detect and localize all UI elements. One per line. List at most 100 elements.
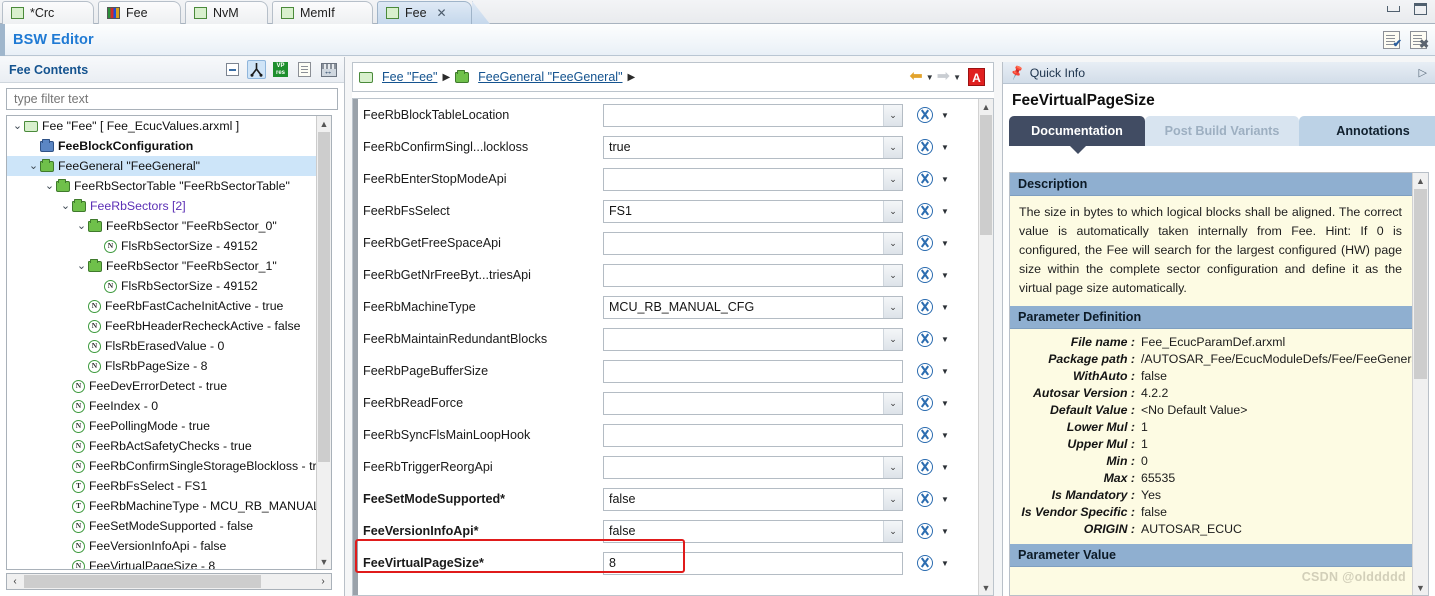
parameter-value-field[interactable]	[603, 455, 903, 479]
tree-item[interactable]: N FeeRbActSafetyChecks - true	[7, 436, 316, 456]
row-menu-chevron-icon[interactable]: ▼	[941, 207, 949, 216]
form-scroll-down-icon[interactable]: ▼	[979, 580, 993, 595]
parameter-input[interactable]	[603, 423, 903, 447]
row-menu-chevron-icon[interactable]: ▼	[941, 111, 949, 120]
chevron-down-icon[interactable]: ⌄	[883, 136, 902, 158]
chevron-down-icon[interactable]: ⌄	[883, 392, 902, 414]
parameter-tools-icon[interactable]	[917, 427, 933, 443]
parameter-value-field[interactable]	[603, 391, 903, 415]
filter-box[interactable]	[6, 88, 338, 110]
chevron-down-icon[interactable]: ⌄	[11, 120, 24, 132]
tree-item[interactable]: N FlsRbSectorSize - 49152	[7, 236, 316, 256]
tree-item[interactable]: N FeeDevErrorDetect - true	[7, 376, 316, 396]
tree-item[interactable]: ⌄ FeeRbSector "FeeRbSector_0"	[7, 216, 316, 236]
chevron-down-icon[interactable]: ⌄	[27, 160, 40, 172]
parameter-combo[interactable]: ⌄	[603, 167, 903, 191]
parameter-combo[interactable]: ⌄	[603, 103, 903, 127]
scroll-up-icon[interactable]: ▲	[317, 116, 331, 131]
tree-vertical-scrollbar[interactable]: ▲ ▼	[316, 116, 331, 569]
form-scroll-up-icon[interactable]: ▲	[979, 99, 993, 114]
parameter-combo[interactable]: ⌄	[603, 231, 903, 255]
chevron-down-icon[interactable]: ⌄	[883, 232, 902, 254]
tree-item[interactable]: N FeeRbHeaderRecheckActive - false	[7, 316, 316, 336]
link-with-editor-button[interactable]	[247, 60, 266, 79]
tree-item[interactable]: N FeePollingMode - true	[7, 416, 316, 436]
editor-tab-1[interactable]: Fee	[98, 1, 181, 24]
parameter-combo[interactable]: ⌄	[603, 519, 903, 543]
parameter-tools-icon[interactable]	[917, 203, 933, 219]
qi-scroll-down-icon[interactable]: ▼	[1413, 580, 1428, 595]
form-vertical-scrollbar[interactable]: ▲ ▼	[978, 99, 993, 595]
parameter-tools-icon[interactable]	[917, 459, 933, 475]
parameter-tools-icon[interactable]	[917, 395, 933, 411]
scroll-down-icon[interactable]: ▼	[317, 554, 331, 569]
tree-item[interactable]: ⌄ FeeGeneral "FeeGeneral"	[7, 156, 316, 176]
quick-info-tab-1[interactable]: Post Build Variants	[1145, 116, 1299, 146]
tree-item[interactable]: FeeBlockConfiguration	[7, 136, 316, 156]
row-menu-chevron-icon[interactable]: ▼	[941, 239, 949, 248]
row-menu-chevron-icon[interactable]: ▼	[941, 303, 949, 312]
parameter-tools-icon[interactable]	[917, 171, 933, 187]
tree-item[interactable]: N FlsRbErasedValue - 0	[7, 336, 316, 356]
parameter-tools-icon[interactable]	[917, 299, 933, 315]
delete-report-icon[interactable]: ✖	[1410, 30, 1429, 51]
parameter-input[interactable]	[603, 551, 903, 575]
forward-dropdown-icon[interactable]: ▼	[953, 73, 961, 82]
parameter-combo[interactable]: ⌄	[603, 327, 903, 351]
parameter-combo[interactable]: ⌄	[603, 135, 903, 159]
parameter-tools-icon[interactable]	[917, 363, 933, 379]
collapse-all-button[interactable]	[223, 60, 242, 79]
contents-tree[interactable]: ⌄ Fee "Fee" [ Fee_EcucValues.arxml ] FeeBl…	[7, 116, 316, 569]
parameter-tools-icon[interactable]	[917, 331, 933, 347]
tree-item[interactable]: N FeeVersionInfoApi - false	[7, 536, 316, 556]
parameter-value-field[interactable]	[603, 135, 903, 159]
parameter-combo[interactable]: ⌄	[603, 263, 903, 287]
parameter-combo[interactable]: ⌄	[603, 487, 903, 511]
tree-item[interactable]: ⌄ Fee "Fee" [ Fee_EcucValues.arxml ]	[7, 116, 316, 136]
parameter-value-field[interactable]	[603, 327, 903, 351]
parameter-value-field[interactable]	[603, 551, 903, 575]
chevron-down-icon[interactable]: ⌄	[883, 104, 902, 126]
breadcrumb-item-1[interactable]: FeeGeneral "FeeGeneral"	[455, 69, 623, 84]
parameter-tools-icon[interactable]	[917, 235, 933, 251]
pin-icon[interactable]: 📌	[1008, 64, 1026, 81]
variant-resolve-button[interactable]: VP res	[271, 60, 290, 79]
chevron-down-icon[interactable]: ⌄	[59, 200, 72, 212]
row-menu-chevron-icon[interactable]: ▼	[941, 527, 949, 536]
parameter-value-field[interactable]	[603, 487, 903, 511]
chevron-down-icon[interactable]: ⌄	[883, 264, 902, 286]
search-input[interactable]	[12, 91, 332, 107]
parameter-combo[interactable]: ⌄	[603, 295, 903, 319]
parameter-value-field[interactable]	[603, 423, 903, 447]
tree-item[interactable]: ⌄ FeeRbSectorTable "FeeRbSectorTable"	[7, 176, 316, 196]
chevron-down-icon[interactable]: ⌄	[43, 180, 56, 192]
editor-tab-2[interactable]: NvM	[185, 1, 268, 24]
parameter-value-field[interactable]	[603, 103, 903, 127]
maximize-icon[interactable]	[1414, 3, 1427, 15]
fit-columns-button[interactable]	[319, 60, 338, 79]
chevron-down-icon[interactable]: ⌄	[883, 488, 902, 510]
tree-item[interactable]: N FeeIndex - 0	[7, 396, 316, 416]
breadcrumb-link-0[interactable]: Fee "Fee"	[382, 70, 437, 84]
chevron-down-icon[interactable]: ⌄	[75, 260, 88, 272]
tree-horizontal-scrollbar[interactable]: ‹ ›	[6, 573, 332, 590]
tree-item[interactable]: N FeeRbFastCacheInitActive - true	[7, 296, 316, 316]
chevron-down-icon[interactable]: ⌄	[75, 220, 88, 232]
tree-item[interactable]: N FeeVirtualPageSize - 8	[7, 556, 316, 569]
parameter-value-field[interactable]	[603, 199, 903, 223]
tree-item[interactable]: T FeeRbFsSelect - FS1	[7, 476, 316, 496]
breadcrumb-link-1[interactable]: FeeGeneral "FeeGeneral"	[478, 70, 622, 84]
parameter-tools-icon[interactable]	[917, 139, 933, 155]
row-menu-chevron-icon[interactable]: ▼	[941, 271, 949, 280]
parameter-combo[interactable]: ⌄	[603, 455, 903, 479]
row-menu-chevron-icon[interactable]: ▼	[941, 559, 949, 568]
tree-item[interactable]: N FlsRbPageSize - 8	[7, 356, 316, 376]
hscrollbar-thumb[interactable]	[24, 575, 261, 588]
row-menu-chevron-icon[interactable]: ▼	[941, 463, 949, 472]
row-menu-chevron-icon[interactable]: ▼	[941, 335, 949, 344]
quick-info-tab-2[interactable]: Annotations	[1299, 116, 1435, 146]
parameter-tools-icon[interactable]	[917, 555, 933, 571]
parameter-combo[interactable]: ⌄	[603, 199, 903, 223]
chevron-down-icon[interactable]: ⌄	[883, 296, 902, 318]
row-menu-chevron-icon[interactable]: ▼	[941, 399, 949, 408]
